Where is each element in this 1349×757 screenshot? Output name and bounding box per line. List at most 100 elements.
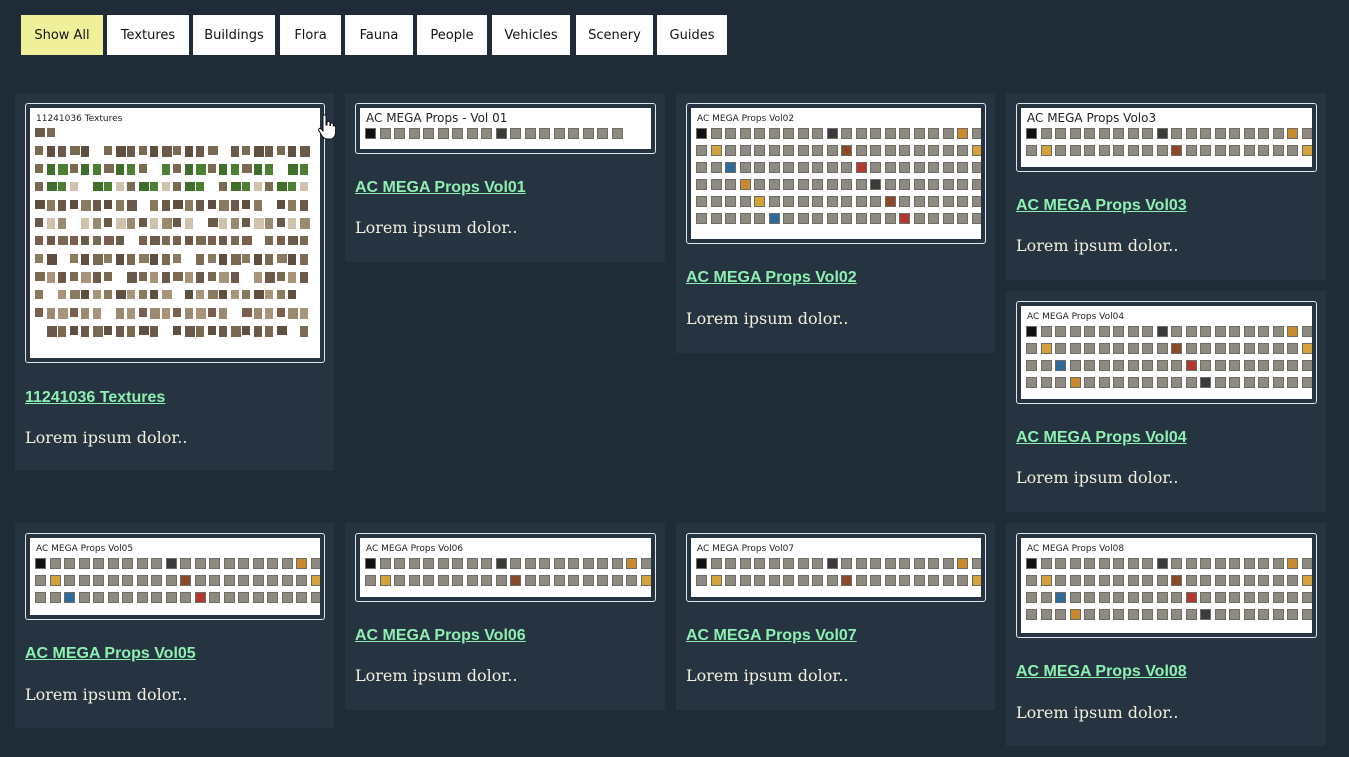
card-title-link[interactable]: AC MEGA Props Vol07: [686, 627, 857, 645]
prop-swatch: [1243, 145, 1255, 156]
filter-textures-button[interactable]: Textures: [107, 15, 189, 55]
prop-swatch: [928, 179, 939, 190]
texture-swatch: [138, 272, 147, 281]
texture-swatch: [69, 272, 78, 281]
filter-buildings-button[interactable]: Buildings: [193, 15, 275, 55]
texture-swatch: [276, 236, 285, 245]
card-title-link[interactable]: AC MEGA Props Vol02: [686, 269, 857, 287]
texture-swatch: [35, 290, 43, 299]
texture-swatch: [207, 218, 218, 227]
texture-swatch: [69, 290, 80, 299]
thumbnail-image: AC MEGA Props Vol02: [691, 108, 981, 239]
prop-swatch: [1301, 609, 1312, 620]
texture-swatch: [288, 272, 296, 283]
prop-swatch: [1258, 326, 1269, 337]
thumbnail-link[interactable]: AC MEGA Props Vol04: [1016, 301, 1317, 404]
prop-swatch: [754, 575, 765, 586]
texture-swatch: [173, 308, 181, 317]
prop-swatch: [841, 196, 852, 207]
filter-people-button[interactable]: People: [417, 15, 487, 55]
texture-swatch: [35, 236, 43, 245]
prop-swatch: [754, 179, 765, 190]
thumbnail-link[interactable]: AC MEGA Props - Vol 01: [355, 103, 656, 154]
prop-swatch: [942, 558, 954, 569]
texture-swatch: [161, 146, 172, 157]
texture-swatch: [265, 254, 273, 265]
prop-swatch: [452, 558, 463, 569]
prop-swatch: [913, 162, 925, 173]
prop-swatch: [1287, 592, 1298, 603]
prop-swatch: [1200, 609, 1211, 620]
prop-swatch: [1127, 326, 1139, 337]
prop-swatch: [739, 162, 751, 173]
prop-swatch: [855, 558, 867, 569]
thumbnail-link[interactable]: AC MEGA Props Vol02: [686, 103, 986, 244]
texture-swatch: [58, 218, 66, 229]
texture-swatch: [230, 146, 239, 157]
texture-swatch: [115, 218, 126, 229]
prop-swatch: [466, 128, 478, 139]
texture-swatch: [253, 326, 262, 337]
texture-swatch: [265, 218, 273, 229]
prop-swatch: [971, 179, 981, 190]
texture-swatch: [58, 164, 68, 175]
prop-swatch: [754, 196, 765, 207]
card-title-link[interactable]: AC MEGA Props Vol05: [25, 645, 196, 663]
prop-swatch: [1127, 609, 1139, 620]
prop-swatch: [1171, 609, 1182, 620]
texture-swatch: [276, 182, 287, 191]
texture-swatch: [230, 272, 239, 283]
filter-vehicles-button[interactable]: Vehicles: [492, 15, 570, 55]
prop-swatch: [1156, 128, 1168, 139]
prop-swatch: [1258, 343, 1269, 354]
thumbnail-link[interactable]: AC MEGA Props Vol08: [1016, 533, 1317, 638]
thumbnail-link[interactable]: AC MEGA Props Vol06: [355, 533, 656, 602]
texture-swatch: [173, 254, 181, 263]
prop-swatch: [1229, 575, 1240, 586]
prop-swatch: [597, 558, 608, 569]
texture-swatch: [253, 200, 262, 211]
prop-swatch: [942, 575, 954, 586]
texture-swatch: [92, 236, 101, 245]
thumbnail-link[interactable]: 11241036 Textures: [25, 103, 325, 363]
prop-swatch: [1229, 343, 1240, 354]
texture-swatch: [288, 236, 298, 245]
texture-swatch: [219, 272, 229, 283]
card-title-link[interactable]: AC MEGA Props Vol08: [1016, 663, 1187, 681]
card-title-link[interactable]: AC MEGA Props Vol01: [355, 179, 526, 197]
prop-swatch: [466, 575, 478, 586]
card-title-link[interactable]: AC MEGA Props Vol04: [1016, 429, 1187, 447]
prop-swatch: [223, 592, 235, 603]
filter-guides-button[interactable]: Guides: [657, 15, 727, 55]
filter-fauna-button[interactable]: Fauna: [345, 15, 413, 55]
card-title-link[interactable]: AC MEGA Props Vol03: [1016, 197, 1187, 215]
prop-swatch: [165, 575, 177, 586]
thumbnail-link[interactable]: AC MEGA Props Vol07: [686, 533, 986, 602]
prop-swatch: [884, 196, 896, 207]
prop-swatch: [1026, 558, 1037, 569]
texture-swatch: [196, 308, 206, 319]
prop-swatch: [841, 145, 852, 156]
prop-swatch: [696, 145, 707, 156]
prop-swatch: [1214, 343, 1226, 354]
prop-swatch: [1272, 145, 1284, 156]
texture-swatch: [127, 326, 135, 337]
prop-swatch: [1200, 558, 1211, 569]
filter-scenery-button[interactable]: Scenery: [576, 15, 653, 55]
prop-swatch: [296, 592, 307, 603]
prop-swatch: [452, 128, 463, 139]
filter-flora-button[interactable]: Flora: [280, 15, 341, 55]
thumbnail-link[interactable]: AC MEGA Props Volo3: [1016, 103, 1317, 172]
prop-swatch: [1142, 128, 1153, 139]
card-title-link[interactable]: 11241036 Textures: [25, 389, 165, 407]
prop-swatch: [725, 196, 736, 207]
thumbnail-link[interactable]: AC MEGA Props Vol05: [25, 533, 325, 620]
card-title-link[interactable]: AC MEGA Props Vol06: [355, 627, 526, 645]
thumbnail-image: AC MEGA Props Vol05: [30, 538, 320, 615]
texture-swatch: [104, 236, 114, 245]
filter-show-all-button[interactable]: Show All: [21, 15, 103, 55]
texture-swatch: [242, 236, 252, 245]
prop-swatch: [1142, 377, 1153, 388]
prop-swatch: [1055, 592, 1066, 603]
prop-swatch: [64, 592, 75, 603]
